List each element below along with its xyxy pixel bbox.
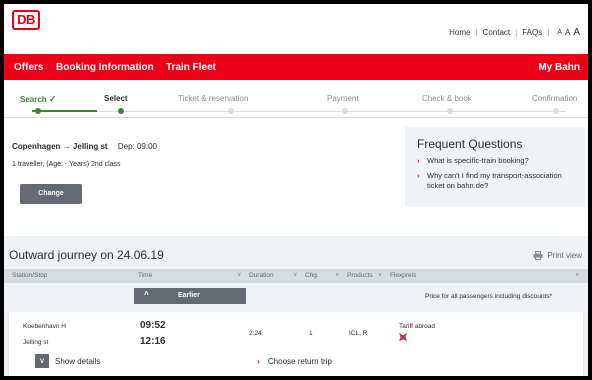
- connection-duration: 2:24: [249, 330, 262, 337]
- outward-journey-title: Outward journey on 24.06.19: [9, 248, 164, 262]
- show-details-button[interactable]: ∨ Show details: [35, 354, 100, 368]
- step-search[interactable]: Search ✓: [20, 94, 56, 105]
- print-view-label: Print view: [547, 251, 582, 260]
- step-dot-confirmation: [553, 108, 559, 114]
- step-select: Select: [104, 94, 128, 103]
- connection-row[interactable]: Koebenhavn H Jelling st 09:52 12:16 2:24…: [9, 312, 583, 376]
- step-dot-payment: [342, 108, 348, 114]
- traveller-info: 1 traveller, (Age: - Years) 2nd class: [12, 161, 121, 168]
- chevron-up-icon: ^: [144, 290, 149, 299]
- col-products[interactable]: Products: [347, 272, 373, 279]
- faq-title: Frequent Questions: [417, 137, 523, 151]
- col-changes[interactable]: Chg.: [305, 272, 319, 279]
- step-payment: Payment: [327, 94, 359, 103]
- sort-down-icon[interactable]: ∨: [575, 271, 579, 278]
- browser-page: DB Home | Contact | FAQs | A A A Offers …: [4, 4, 588, 376]
- step-check-book: Check & book: [422, 94, 472, 103]
- faq-link-label: What is specific-train booking?: [427, 156, 529, 165]
- tariff-label: Tariff abroad: [399, 323, 436, 330]
- origin-station: Copenhagen: [12, 142, 61, 151]
- connection-origin: Koebenhavn H: [23, 323, 67, 330]
- font-size-small-button[interactable]: A: [557, 29, 562, 36]
- sort-down-icon[interactable]: ∨: [335, 271, 339, 278]
- destination-station: Jelling st: [72, 142, 108, 151]
- arrival-time: 12:16: [140, 336, 166, 347]
- faq-link-transport-association[interactable]: › Why can't I find my transport-associat…: [417, 171, 573, 191]
- route-arrow-icon: →: [62, 142, 71, 151]
- col-time[interactable]: Time: [138, 272, 152, 279]
- check-icon: ✓: [48, 94, 57, 104]
- return-trip-label: Choose return trip: [267, 357, 332, 366]
- sort-down-icon[interactable]: ∨: [237, 271, 241, 278]
- change-button[interactable]: Change: [20, 184, 82, 204]
- link-separator: |: [515, 28, 518, 37]
- connection-destination: Jelling st: [23, 339, 49, 346]
- utility-links: Home | Contact | FAQs | A A A: [449, 27, 580, 38]
- site-header: DB Home | Contact | FAQs | A A A: [4, 4, 588, 50]
- sort-down-icon[interactable]: ∨: [378, 271, 382, 278]
- print-view-button[interactable]: Print view: [533, 251, 582, 260]
- route-line: Copenhagen → Jelling st Dep: 09:00: [12, 142, 157, 151]
- step-ticket-reservation: Ticket & reservation: [178, 94, 249, 103]
- font-size-medium-button[interactable]: A: [565, 28, 570, 37]
- faq-link-label: Why can't I find my transport-associatio…: [427, 171, 562, 191]
- chevron-right-icon: ›: [417, 156, 420, 165]
- step-confirmation: Confirmation: [532, 94, 578, 103]
- col-duration[interactable]: Duration: [249, 272, 274, 279]
- step-dot-select: [118, 108, 124, 114]
- earlier-button[interactable]: ^ Earlier: [134, 288, 246, 304]
- nav-train-fleet[interactable]: Train Fleet: [166, 62, 216, 73]
- col-station-stop: Station/Stop: [12, 272, 48, 279]
- faqs-link[interactable]: FAQs: [522, 28, 542, 37]
- connection-products: ICL, R: [349, 330, 368, 337]
- connection-changes: 1: [309, 330, 313, 337]
- choose-return-trip-link[interactable]: › Choose return trip: [257, 357, 332, 366]
- departure-time: 09:52: [140, 320, 166, 331]
- progress-track-complete: [32, 110, 97, 112]
- font-size-large-button[interactable]: A: [573, 27, 580, 38]
- chevron-right-icon: ›: [257, 357, 260, 366]
- nav-booking-information[interactable]: Booking Information: [56, 62, 154, 73]
- step-label: Search: [20, 95, 47, 104]
- chevron-down-icon: ∨: [35, 354, 49, 368]
- outward-journey-section: Outward journey on 24.06.19 Print view S…: [4, 236, 588, 376]
- price-note: Price for all passengers including disco…: [425, 293, 553, 300]
- link-separator: |: [475, 28, 478, 37]
- step-dot-ticket: [228, 108, 234, 114]
- contact-link[interactable]: Contact: [483, 28, 511, 37]
- step-dot-check: [447, 108, 453, 114]
- earlier-label: Earlier: [178, 292, 200, 299]
- nav-my-bahn[interactable]: My Bahn: [538, 62, 580, 73]
- main-nav: Offers Booking Information Train Fleet M…: [4, 54, 588, 80]
- show-details-label: Show details: [55, 356, 101, 366]
- departure-time: Dep: 09:00: [117, 142, 157, 151]
- progress-track: [32, 111, 566, 112]
- faq-panel: Frequent Questions › What is specific-tr…: [405, 127, 585, 207]
- sort-down-icon[interactable]: ∨: [293, 271, 297, 278]
- col-flexpreis[interactable]: Flexpreis: [390, 272, 416, 279]
- unavailable-ticket-icon: [399, 333, 407, 341]
- printer-icon: [533, 251, 543, 260]
- db-logo[interactable]: DB: [12, 10, 40, 30]
- faq-link-specific-train[interactable]: › What is specific-train booking?: [417, 156, 573, 166]
- trip-summary: Copenhagen → Jelling st Dep: 09:00 1 tra…: [4, 118, 588, 228]
- chevron-right-icon: ›: [417, 171, 420, 181]
- link-separator: |: [547, 28, 550, 37]
- booking-progress: Search ✓ Select Ticket & reservation Pay…: [4, 80, 588, 118]
- nav-offers[interactable]: Offers: [14, 62, 43, 73]
- home-link[interactable]: Home: [449, 28, 470, 37]
- results-column-header: Station/Stop Time ∨ Duration ∨ Chg. ∨ Pr…: [4, 269, 588, 283]
- step-dot-search: [35, 108, 41, 114]
